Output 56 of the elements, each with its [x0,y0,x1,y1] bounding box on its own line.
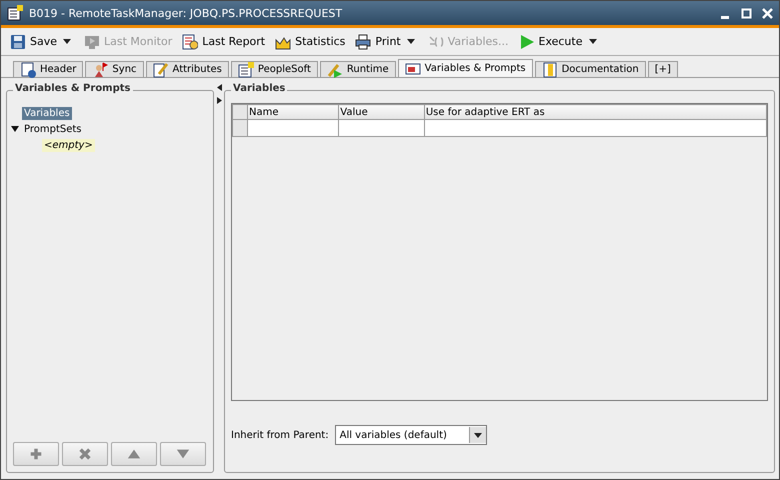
column-header[interactable]: Value [338,104,424,120]
plus-icon [29,447,43,461]
collapse-left-icon[interactable] [216,84,222,91]
play-icon [518,34,534,50]
delete-button[interactable] [62,442,108,466]
cross-icon [78,447,92,461]
table-cell[interactable] [424,120,766,136]
tab[interactable]: Runtime [320,61,396,77]
pencil-play-icon [326,62,343,78]
dropdown-caret-icon[interactable] [63,39,72,44]
book-icon [542,62,558,78]
table-cell[interactable] [248,120,339,136]
column-header[interactable]: Name [248,104,339,120]
add-button[interactable] [13,442,59,466]
dropdown-caret-icon [474,432,482,438]
triangle-down-icon [176,447,190,461]
document-info-icon [20,62,36,78]
toolbar-button[interactable]: Last Report [179,32,268,52]
dropdown-caret-icon[interactable] [406,39,415,44]
report-clock-icon [182,34,198,50]
toolbar-button[interactable]: Print [352,32,404,52]
expanded-arrow-icon[interactable] [11,126,19,132]
panel-title: Variables & Prompts [13,83,132,94]
tab[interactable]: Sync [85,61,144,77]
window-icon [404,60,421,76]
dropdown-caret-icon[interactable] [588,39,596,44]
move-up-button[interactable] [111,442,157,466]
tab[interactable]: Header [13,61,84,77]
toolbar-button[interactable]: Statistics [272,32,348,52]
tab[interactable]: Documentation [534,61,646,77]
triangle-up-icon [127,447,141,461]
tab[interactable]: Attributes [146,61,229,77]
tree-item[interactable]: <empty> [42,138,95,152]
expand-right-icon[interactable] [216,97,222,104]
app-icon [7,5,23,21]
person-flag-icon [92,62,108,78]
close-icon[interactable] [762,8,773,18]
document-pencil-icon [152,62,169,78]
panel-title: Variables [231,83,288,94]
monitor-icon [84,34,100,50]
toolbar-button[interactable]: Save [7,32,60,52]
tree-item[interactable]: PromptSets [22,122,84,136]
field-label: Inherit from Parent: [231,430,329,440]
toolbar-button[interactable]: Execute [516,32,586,52]
move-down-button[interactable] [160,442,206,466]
tab[interactable]: Variables & Prompts [398,59,533,77]
inherit-dropdown[interactable]: All variables (default) [334,425,487,445]
printer-icon [355,34,372,50]
tab[interactable]: PeopleSoft [230,61,318,77]
column-header[interactable]: Use for adaptive ERT as [424,104,766,120]
table-cell[interactable] [338,120,424,136]
maximize-icon[interactable] [741,8,752,18]
window-title: B019 - RemoteTaskManager: JOBQ.PS.PROCESSREQUEST [29,6,344,20]
tree-item[interactable]: Variables [22,106,72,120]
tab[interactable]: [+] [648,61,678,77]
document-icon [238,62,254,78]
